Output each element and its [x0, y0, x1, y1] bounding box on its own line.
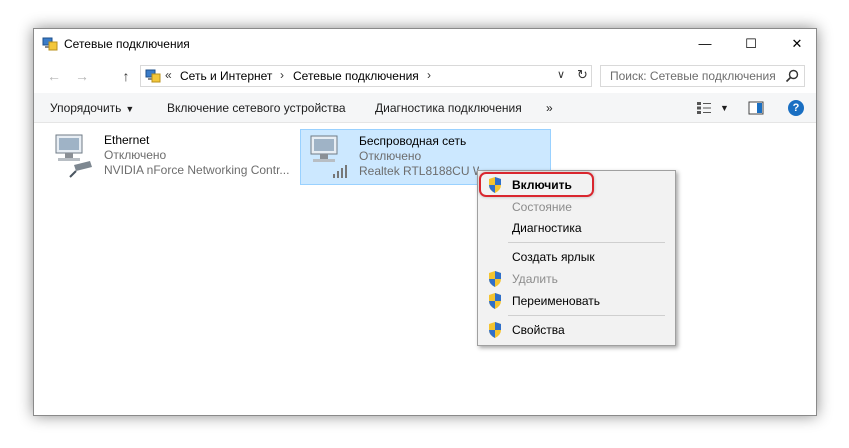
- preview-pane-icon[interactable]: [748, 101, 764, 115]
- more-commands-button[interactable]: »: [546, 101, 553, 115]
- menu-separator: [508, 315, 665, 316]
- connection-device: NVIDIA nForce Networking Contr...: [104, 163, 290, 177]
- search-icon[interactable]: [785, 69, 799, 83]
- menu-item-label: Диагностика: [512, 221, 582, 235]
- wireless-adapter-icon: [310, 135, 347, 178]
- highlight-ring: [479, 172, 594, 197]
- window-title: Сетевые подключения: [64, 37, 190, 51]
- organize-label: Упорядочить: [50, 101, 122, 115]
- change-view-icon[interactable]: [696, 101, 712, 115]
- refresh-icon[interactable]: ↻: [577, 67, 588, 83]
- menu-item-delete: Удалить: [480, 269, 673, 289]
- connections-list: Ethernet Отключено NVIDIA nForce Network…: [34, 123, 816, 417]
- navigation-bar: ← → ↑ « Сеть и Интернет › Сетевые подклю…: [34, 59, 816, 93]
- maximize-button[interactable]: ☐: [728, 29, 774, 59]
- up-arrow-icon[interactable]: ↑: [116, 67, 136, 85]
- uac-shield-icon: [489, 293, 501, 309]
- menu-item-status: Состояние: [480, 197, 673, 217]
- diagnose-button[interactable]: Диагностика подключения: [375, 101, 522, 115]
- menu-item-diagnose[interactable]: Диагностика: [480, 218, 673, 238]
- connection-device: Realtek RTL8188CU Wireless LAN: [359, 164, 479, 178]
- close-button[interactable]: ✕: [774, 29, 820, 59]
- menu-item-rename[interactable]: Переименовать: [480, 291, 673, 311]
- menu-separator: [508, 242, 665, 243]
- address-bar[interactable]: « Сеть и Интернет › Сетевые подключения …: [140, 65, 592, 87]
- ethernet-adapter-icon: [55, 134, 92, 178]
- chevron-right-icon[interactable]: ›: [427, 68, 431, 82]
- chevron-right-icon[interactable]: ›: [280, 68, 284, 82]
- search-placeholder: Поиск: Сетевые подключения: [610, 69, 776, 83]
- menu-item-label: Переименовать: [512, 294, 600, 308]
- breadcrumb-network-internet[interactable]: Сеть и Интернет: [180, 69, 272, 83]
- command-bar: Упорядочить ▼ Включение сетевого устройст…: [34, 93, 816, 123]
- back-arrow-icon[interactable]: ←: [44, 67, 64, 85]
- minimize-button[interactable]: —: [682, 29, 728, 59]
- menu-item-properties[interactable]: Свойства: [480, 320, 673, 340]
- organize-button[interactable]: Упорядочить ▼: [50, 101, 134, 115]
- network-connections-icon: [42, 37, 58, 51]
- uac-shield-icon: [489, 271, 501, 287]
- caret-down-icon: ▼: [125, 104, 135, 114]
- network-connections-icon: [145, 69, 161, 83]
- breadcrumb-network-connections[interactable]: Сетевые подключения: [293, 69, 419, 83]
- connection-name: Ethernet: [104, 133, 150, 147]
- forward-arrow-icon[interactable]: →: [72, 67, 92, 85]
- title-bar: Сетевые подключения — ☐ ✕: [34, 29, 816, 59]
- menu-item-create-shortcut[interactable]: Создать ярлык: [480, 247, 673, 267]
- uac-shield-icon: [489, 322, 501, 338]
- overflow-chevron-icon[interactable]: «: [165, 68, 172, 82]
- menu-item-label: Свойства: [512, 323, 565, 337]
- connection-status: Отключено: [104, 148, 167, 162]
- menu-item-label: Создать ярлык: [512, 250, 595, 264]
- help-icon[interactable]: ?: [788, 100, 804, 116]
- menu-item-label: Удалить: [512, 272, 558, 286]
- view-caret-icon[interactable]: ▼: [720, 103, 729, 113]
- enable-device-button[interactable]: Включение сетевого устройства: [167, 101, 346, 115]
- chevron-down-icon[interactable]: ∨: [557, 68, 565, 81]
- search-input[interactable]: Поиск: Сетевые подключения: [600, 65, 805, 87]
- connection-status: Отключено: [359, 149, 422, 163]
- menu-item-label: Состояние: [512, 200, 572, 214]
- explorer-window: Сетевые подключения — ☐ ✕ ← → ↑ « Сеть и…: [33, 28, 817, 416]
- connection-item-ethernet[interactable]: Ethernet Отключено NVIDIA nForce Network…: [46, 129, 296, 185]
- connection-name: Беспроводная сеть: [359, 134, 467, 148]
